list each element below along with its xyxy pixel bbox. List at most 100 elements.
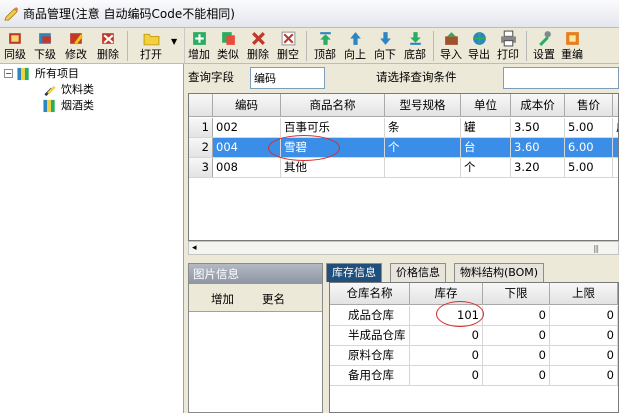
cell-cost[interactable]: 3.20: [511, 158, 565, 177]
cell-price[interactable]: 5.00: [565, 118, 613, 137]
column-header-cost[interactable]: 成本价: [511, 94, 565, 116]
cell-extra[interactable]: [613, 158, 618, 177]
table-row[interactable]: 半成品仓库 0 0 0: [330, 326, 618, 346]
column-header-spec[interactable]: 型号规格: [385, 94, 461, 116]
query-condition-input[interactable]: [503, 67, 619, 89]
cell-warehouse[interactable]: 半成品仓库: [330, 326, 410, 345]
table-row[interactable]: 1 002 百事可乐 条 罐 3.50 5.00 广: [189, 118, 618, 138]
cell-extra[interactable]: 广: [613, 118, 618, 137]
move-bottom-button[interactable]: 底部: [400, 28, 430, 64]
rename-image-button[interactable]: 更名: [262, 291, 285, 307]
move-top-button[interactable]: 顶部: [310, 28, 340, 64]
cell-min[interactable]: 0: [483, 346, 550, 365]
cell-max[interactable]: 0: [550, 346, 618, 365]
delete-record-button[interactable]: 删除: [243, 28, 273, 64]
cell-price[interactable]: 6.00: [565, 138, 613, 157]
table-row[interactable]: 备用仓库 0 0 0: [330, 366, 618, 386]
toolbar-separator: [127, 31, 128, 61]
settings-button[interactable]: 设置: [530, 28, 558, 64]
window-title: 商品管理(注意 自动编码Code不能相同): [23, 7, 235, 21]
cell-code[interactable]: 004: [213, 138, 281, 157]
cell-stock[interactable]: 0: [410, 326, 483, 345]
query-field-input[interactable]: [250, 67, 325, 89]
tab-stock-info[interactable]: 库存信息: [326, 263, 382, 282]
print-button[interactable]: 打印: [493, 28, 523, 64]
tree-collapse-toggle[interactable]: −: [4, 68, 13, 78]
scroll-grip-icon[interactable]: |||: [593, 243, 599, 254]
column-header-unit[interactable]: 单位: [461, 94, 511, 116]
cell-unit[interactable]: 个: [461, 158, 511, 177]
app-pencil-icon: [4, 6, 19, 21]
cell-cost[interactable]: 3.50: [511, 118, 565, 137]
column-header-code[interactable]: 编码: [213, 94, 281, 116]
column-header-min[interactable]: 下限: [483, 283, 550, 304]
cell-stock[interactable]: 101: [410, 306, 483, 325]
cell-name[interactable]: 雪碧: [281, 138, 385, 157]
export-icon: [472, 32, 486, 45]
cell-name[interactable]: 其他: [281, 158, 385, 177]
cell-warehouse[interactable]: 备用仓库: [330, 366, 410, 385]
tree-node-label: 所有项目: [35, 67, 79, 80]
sub-level-button[interactable]: 下级: [30, 28, 60, 64]
table-row[interactable]: 成品仓库 101 0 0: [330, 306, 618, 326]
import-button[interactable]: 导入: [437, 28, 465, 64]
tab-price-info[interactable]: 价格信息: [390, 263, 446, 282]
tab-bom[interactable]: 物料结构(BOM): [454, 263, 545, 282]
cell-min[interactable]: 0: [483, 306, 550, 325]
settings-icon: [538, 31, 551, 46]
horizontal-scrollbar[interactable]: ◂ |||: [188, 241, 619, 255]
pencil-stack-icon: [44, 85, 56, 96]
tree-node-drinks[interactable]: 饮料类: [42, 81, 94, 97]
print-icon: [500, 30, 516, 47]
cell-price[interactable]: 5.00: [565, 158, 613, 177]
tree-node-tobacco-liquor[interactable]: 烟酒类: [42, 97, 94, 113]
cell-max[interactable]: 0: [550, 366, 618, 385]
table-row[interactable]: 原料仓库 0 0 0: [330, 346, 618, 366]
cell-max[interactable]: 0: [550, 326, 618, 345]
edit-button[interactable]: 修改: [60, 28, 92, 64]
cell-unit[interactable]: 台: [461, 138, 511, 157]
tree-node-label: 烟酒类: [61, 99, 94, 112]
table-row[interactable]: 3 008 其他 个 3.20 5.00: [189, 158, 618, 178]
tree-node-all[interactable]: − 所有项目: [4, 65, 79, 81]
open-folder-icon: [143, 33, 159, 46]
cell-max[interactable]: 0: [550, 306, 618, 325]
add-record-button[interactable]: 增加: [185, 28, 213, 64]
scroll-left-arrow-icon[interactable]: ◂: [192, 242, 197, 254]
cell-extra[interactable]: [613, 138, 618, 157]
cell-min[interactable]: 0: [483, 366, 550, 385]
open-button[interactable]: 打开: [131, 28, 171, 64]
column-header-stock[interactable]: 库存: [410, 283, 483, 304]
column-header-max[interactable]: 上限: [550, 283, 618, 304]
copy-similar-button[interactable]: 类似: [213, 28, 243, 64]
same-level-button[interactable]: 同级: [0, 28, 30, 64]
cell-cost[interactable]: 3.60: [511, 138, 565, 157]
column-header-name[interactable]: 商品名称: [281, 94, 385, 116]
product-table-header: 编码 商品名称 型号规格 单位 成本价 售价: [189, 94, 618, 117]
cell-spec[interactable]: 条: [385, 118, 461, 137]
move-down-button[interactable]: 向下: [370, 28, 400, 64]
add-image-button[interactable]: 增加: [211, 291, 234, 307]
cell-spec[interactable]: 个: [385, 138, 461, 157]
cell-stock[interactable]: 0: [410, 366, 483, 385]
move-up-icon: [349, 32, 361, 45]
cell-min[interactable]: 0: [483, 326, 550, 345]
open-dropdown-arrow-icon[interactable]: ▼: [171, 37, 177, 63]
clear-all-button[interactable]: 删空: [273, 28, 303, 64]
delete-node-button[interactable]: 删除: [92, 28, 124, 64]
cell-spec[interactable]: [385, 158, 461, 177]
cell-stock[interactable]: 0: [410, 346, 483, 365]
cell-unit[interactable]: 罐: [461, 118, 511, 137]
cell-name[interactable]: 百事可乐: [281, 118, 385, 137]
table-row[interactable]: 2 004 雪碧 个 台 3.60 6.00: [189, 138, 618, 158]
cell-warehouse[interactable]: 原料仓库: [330, 346, 410, 365]
cell-warehouse[interactable]: 成品仓库: [330, 306, 410, 325]
export-button[interactable]: 导出: [465, 28, 493, 64]
column-header-warehouse[interactable]: 仓库名称: [330, 283, 410, 304]
cell-code[interactable]: 008: [213, 158, 281, 177]
toolbar-separator: [306, 31, 307, 61]
cell-code[interactable]: 002: [213, 118, 281, 137]
renumber-button[interactable]: 重编: [558, 28, 586, 64]
column-header-price[interactable]: 售价: [565, 94, 613, 116]
move-up-button[interactable]: 向上: [340, 28, 370, 64]
